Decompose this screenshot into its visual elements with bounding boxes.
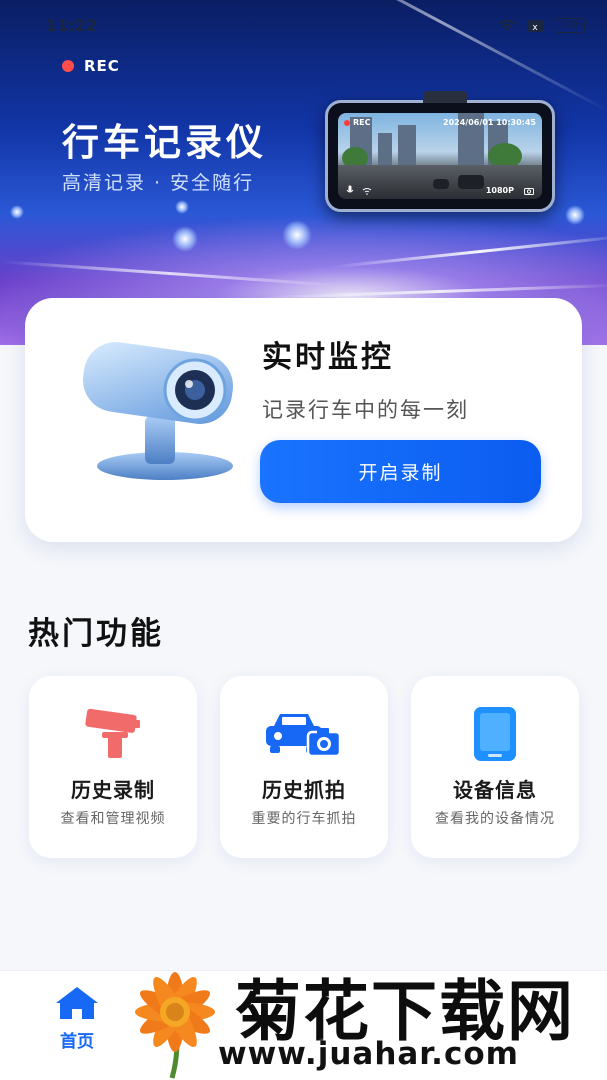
feature-icon-wrap	[29, 706, 197, 762]
feature-icon-wrap	[220, 706, 388, 762]
feature-history-recording[interactable]: 历史录制 查看和管理视频	[29, 676, 197, 858]
mic-icon	[346, 185, 354, 193]
wifi-icon	[362, 188, 372, 195]
feature-title: 历史录制	[71, 778, 155, 802]
rec-label: REC	[84, 57, 120, 75]
light-dot	[565, 205, 585, 225]
rec-dot-icon	[344, 119, 350, 126]
status-time: 11:22	[46, 16, 97, 35]
feature-history-snapshot[interactable]: 历史抓拍 重要的行车抓拍	[220, 676, 388, 858]
monitor-description: 记录行车中的每一刻	[262, 398, 469, 422]
phone-device-icon	[474, 707, 516, 761]
building	[378, 133, 392, 165]
security-camera-icon	[83, 342, 233, 480]
hero-title: 行车记录仪	[62, 121, 267, 164]
car	[433, 179, 449, 189]
section-title: 热门功能	[28, 616, 164, 652]
feature-description: 查看和管理视频	[60, 811, 166, 827]
light-dot	[175, 200, 189, 214]
hero-subtitle: 高清记录 · 安全随行	[62, 172, 255, 194]
dashcam-illustration: REC 2024/06/01 10:30:45 1080P	[325, 91, 555, 212]
feature-title: 设备信息	[453, 778, 537, 802]
rec-dot-icon	[62, 60, 74, 72]
feature-icon-wrap	[411, 706, 579, 762]
dashcam-datetime: 2024/06/01 10:30:45	[443, 118, 536, 127]
sim-icon: x	[527, 19, 543, 33]
flower-logo-icon	[135, 972, 215, 1079]
nav-home[interactable]: 首页	[40, 985, 114, 1065]
feature-device-info[interactable]: 设备信息 查看我的设备情况	[411, 676, 579, 858]
start-recording-button[interactable]: 开启录制	[260, 440, 541, 503]
light-dot	[172, 226, 198, 252]
watermark-url: www.juahar.com	[218, 1036, 519, 1072]
battery-icon: 100	[553, 18, 585, 33]
light-dot	[282, 220, 312, 250]
svg-text:x: x	[532, 23, 538, 33]
live-monitor-card: 实时监控 记录行车中的每一刻 开启录制	[25, 298, 582, 542]
feature-description: 查看我的设备情况	[435, 811, 555, 827]
dashcam-mount	[423, 91, 467, 103]
nav-home-label: 首页	[60, 1032, 94, 1052]
dashcam-rec: REC	[344, 118, 371, 127]
watermark: 菊花下载网 www.juahar.com	[120, 950, 607, 1080]
dashcam-resolution: 1080P	[485, 186, 514, 195]
feature-description: 重要的行车抓拍	[251, 811, 357, 827]
car-camera-icon	[266, 714, 342, 758]
rec-indicator: REC	[62, 57, 120, 75]
status-icons: x 100	[497, 18, 585, 33]
light-dot	[10, 205, 24, 219]
home-icon	[56, 987, 98, 1019]
car	[458, 175, 484, 189]
dashcam-rec-label: REC	[353, 118, 371, 127]
feature-title: 历史抓拍	[262, 778, 346, 802]
cctv-camera-icon	[85, 708, 140, 758]
building	[398, 125, 416, 165]
dashcam-screen: REC 2024/06/01 10:30:45 1080P	[338, 113, 542, 199]
hero-banner: 11:22 x 100 REC 行车记录仪 高清记录 · 安全随行 REC 20…	[0, 0, 607, 345]
wifi-icon	[498, 19, 516, 31]
monitor-title: 实时监控	[262, 340, 394, 375]
camera-icon	[524, 188, 534, 195]
